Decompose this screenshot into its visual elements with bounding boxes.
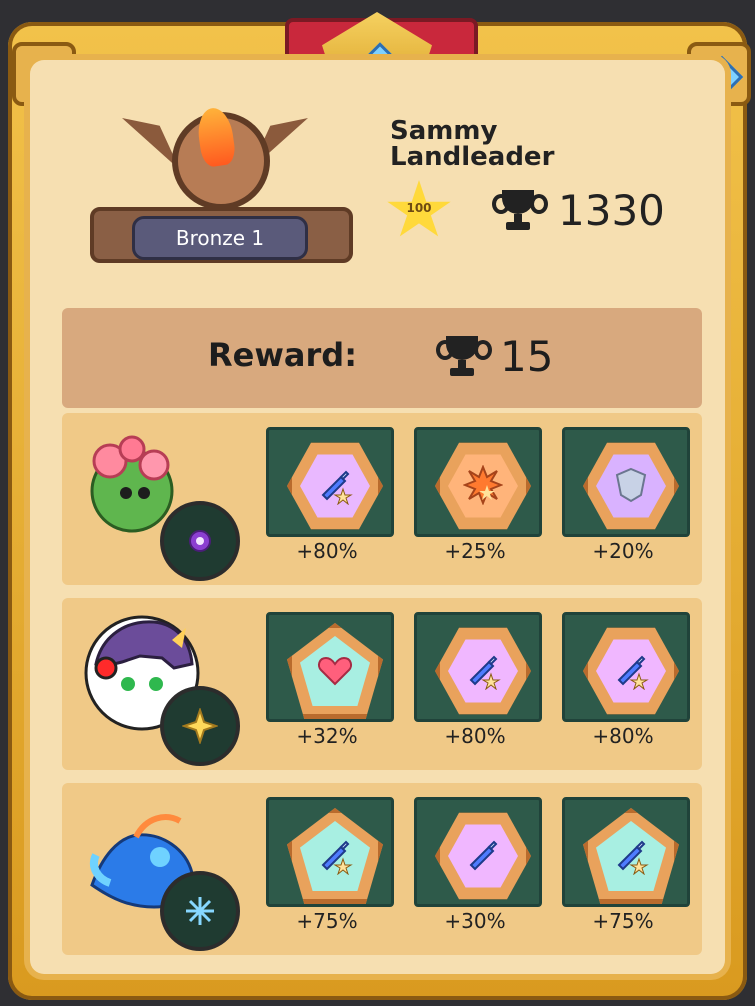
- purple-eye-icon: [182, 523, 218, 559]
- bonus-badge: [435, 812, 531, 900]
- bonus-slot[interactable]: [562, 427, 690, 537]
- trophy-stem: [458, 360, 466, 368]
- sword-star-icon: [315, 835, 355, 876]
- reward-label: Reward:: [208, 336, 357, 374]
- bonus-percent: +30%: [444, 909, 506, 933]
- bonus-slot[interactable]: [266, 612, 394, 722]
- bonus-percent: +80%: [444, 724, 506, 748]
- bonus-slot[interactable]: [562, 612, 690, 722]
- bonus-badge: [287, 808, 383, 904]
- player-name: Sammy Landleader: [390, 118, 630, 170]
- sword-star-icon: [611, 835, 651, 876]
- bonus-slot[interactable]: [414, 797, 542, 907]
- sword-icon: [463, 835, 503, 875]
- heart-icon: [315, 650, 355, 690]
- bonus-slot[interactable]: [562, 797, 690, 907]
- player-name-line2: Landleader: [390, 142, 555, 172]
- bonus-badge: [435, 627, 531, 715]
- bonus-slot[interactable]: [414, 427, 542, 537]
- element-badge: [160, 686, 240, 766]
- bonus-slot[interactable]: [414, 612, 542, 722]
- element-badge: [160, 871, 240, 951]
- bonus-percent: +20%: [592, 539, 654, 563]
- trophy-count: 1330: [558, 186, 665, 235]
- bonus-badge: [435, 442, 531, 530]
- team-row: +80% +25% +20%: [62, 413, 702, 585]
- bonus-percent: +25%: [444, 539, 506, 563]
- sword-star-icon: [463, 650, 503, 691]
- bonus-slot[interactable]: [266, 797, 394, 907]
- bonus-badge: [287, 623, 383, 719]
- bonus-slot[interactable]: [266, 427, 394, 537]
- sword-star-icon: [611, 650, 651, 691]
- snowflake-icon: [182, 893, 218, 929]
- bonus-percent: +75%: [592, 909, 654, 933]
- team-row: +75% +30% +75%: [62, 783, 702, 955]
- trophy-stem: [514, 214, 522, 222]
- level-value: 100: [406, 201, 432, 215]
- rank-badge-icon: [110, 100, 320, 210]
- sword-star-icon: [315, 465, 355, 506]
- element-badge: [160, 501, 240, 581]
- trophy-base: [506, 222, 530, 230]
- reward-bar: [62, 308, 702, 408]
- bonus-badge: [583, 627, 679, 715]
- reward-trophy-icon: [436, 336, 492, 376]
- explosion-icon: [462, 464, 504, 506]
- light-star-icon: [180, 706, 220, 746]
- shield-icon: [611, 465, 651, 505]
- bonus-percent: +80%: [592, 724, 654, 748]
- bonus-percent: +80%: [296, 539, 358, 563]
- trophy-base: [450, 368, 474, 376]
- bonus-badge: [287, 442, 383, 530]
- bonus-badge: [583, 442, 679, 530]
- trophy-icon: [492, 190, 548, 230]
- bonus-percent: +75%: [296, 909, 358, 933]
- reward-value: 15: [500, 332, 554, 381]
- team-row: +32% +80% +80%: [62, 598, 702, 770]
- player-name-line1: Sammy: [390, 116, 498, 146]
- rank-label: Bronze 1: [132, 216, 308, 260]
- bonus-percent: +32%: [296, 724, 358, 748]
- bonus-badge: [583, 808, 679, 904]
